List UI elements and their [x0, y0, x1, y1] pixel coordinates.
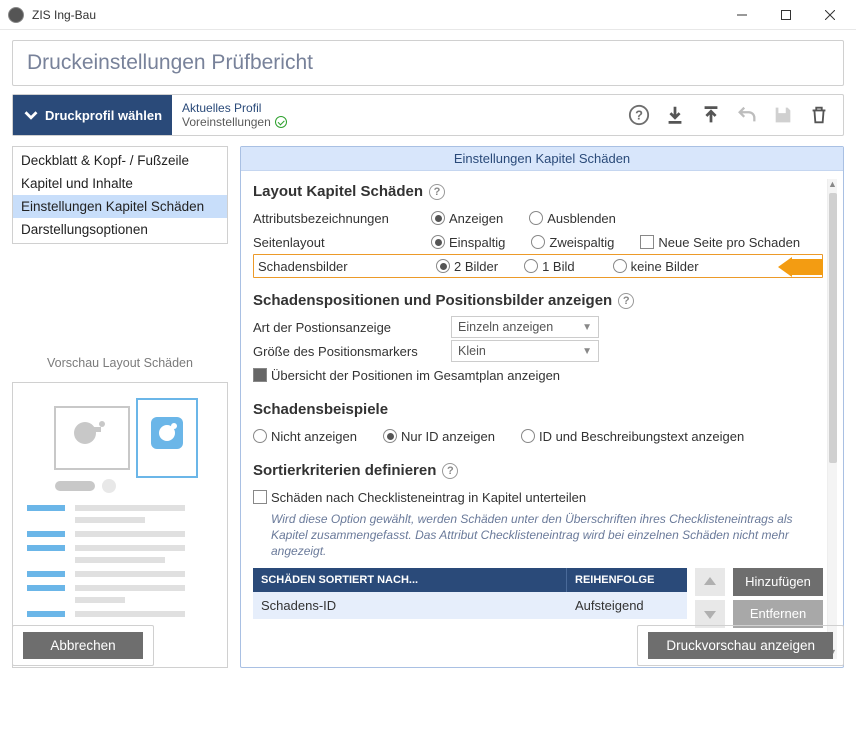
scroll-up-icon: ▲: [828, 179, 837, 191]
sort-row-order: Aufsteigend: [567, 592, 687, 619]
remove-button[interactable]: Entfernen: [733, 600, 823, 628]
choose-profile-label: Druckprofil wählen: [45, 108, 162, 123]
radio-1-pic[interactable]: 1 Bild: [524, 259, 575, 274]
help-icon[interactable]: ?: [618, 293, 634, 309]
checkbox-new-page[interactable]: Neue Seite pro Schaden: [640, 235, 800, 250]
save-icon[interactable]: [769, 101, 797, 129]
page-header: Druckeinstellungen Prüfbericht: [12, 40, 844, 86]
nav-item-display[interactable]: Darstellungsoptionen: [13, 218, 227, 241]
sort-note: Wird diese Option gewählt, werden Schäde…: [271, 511, 823, 560]
preview-title: Vorschau Layout Schäden: [12, 356, 228, 370]
help-icon[interactable]: ?: [429, 184, 445, 200]
current-profile-label: Aktuelles Profil: [182, 101, 615, 115]
page-title: Druckeinstellungen Prüfbericht: [27, 51, 829, 75]
choose-profile-button[interactable]: Druckprofil wählen: [13, 95, 172, 135]
help-icon[interactable]: ?: [442, 463, 458, 479]
radio-two-col[interactable]: Zweispaltig: [531, 235, 614, 250]
cancel-button[interactable]: Abbrechen: [23, 632, 143, 659]
panel-title: Einstellungen Kapitel Schäden: [241, 147, 843, 171]
sort-row[interactable]: Schadens-ID Aufsteigend: [253, 592, 687, 619]
radio-examples-id-desc[interactable]: ID und Beschreibungstext anzeigen: [521, 429, 744, 444]
download-icon[interactable]: [661, 101, 689, 129]
add-button[interactable]: Hinzufügen: [733, 568, 823, 596]
vertical-scrollbar[interactable]: ▲ ▼: [827, 179, 837, 659]
profile-toolbar: Druckprofil wählen Aktuelles Profil Vore…: [12, 94, 844, 136]
check-icon: [275, 116, 287, 128]
page-layout-label: Seitenlayout: [253, 235, 423, 250]
pics-label: Schadensbilder: [258, 259, 428, 274]
minimize-button[interactable]: [720, 0, 764, 30]
settings-nav: Deckblatt & Kopf- / Fußzeile Kapitel und…: [12, 146, 228, 244]
radio-no-pics[interactable]: keine Bilder: [613, 259, 699, 274]
checkbox-overview[interactable]: Übersicht der Positionen im Gesamtplan a…: [253, 368, 560, 383]
nav-item-chapters[interactable]: Kapitel und Inhalte: [13, 172, 227, 195]
highlighted-row: Schadensbilder 2 Bilder 1 Bild keine Bil…: [253, 254, 823, 278]
current-profile-value: Voreinstellungen: [182, 115, 271, 129]
radio-attr-show[interactable]: Anzeigen: [431, 211, 503, 226]
maximize-button[interactable]: [764, 0, 808, 30]
sort-col-1: Schäden sortiert nach...: [253, 568, 567, 592]
chevron-down-icon: ▼: [582, 322, 592, 333]
sort-col-2: Reihenfolge: [567, 568, 687, 592]
undo-icon[interactable]: [733, 101, 761, 129]
marker-size-label: Größe des Positionsmarkers: [253, 344, 443, 359]
scroll-thumb[interactable]: [829, 193, 837, 463]
svg-text:?: ?: [635, 108, 643, 123]
radio-attr-hide[interactable]: Ausblenden: [529, 211, 616, 226]
window-titlebar: ZIS Ing-Bau: [0, 0, 856, 30]
chevron-down-icon: [17, 101, 45, 129]
attr-label: Attributsbezeichnungen: [253, 211, 423, 226]
radio-one-col[interactable]: Einspaltig: [431, 235, 505, 250]
app-icon: [8, 7, 24, 23]
current-profile-info: Aktuelles Profil Voreinstellungen: [172, 95, 625, 135]
position-type-select[interactable]: Einzeln anzeigen▼: [451, 316, 599, 338]
checkbox-sort-checklist[interactable]: Schäden nach Checklisteneintrag in Kapit…: [253, 490, 586, 505]
radio-2-pics[interactable]: 2 Bilder: [436, 259, 498, 274]
sort-table: Schäden sortiert nach... Reihenfolge Sch…: [253, 568, 687, 619]
move-up-button[interactable]: [695, 568, 725, 596]
section-examples-title: Schadensbeispiele: [253, 401, 823, 418]
delete-icon[interactable]: [805, 101, 833, 129]
window-title: ZIS Ing-Bau: [32, 8, 720, 22]
position-type-label: Art der Postionsanzeige: [253, 320, 443, 335]
move-down-button[interactable]: [695, 600, 725, 628]
radio-examples-none[interactable]: Nicht anzeigen: [253, 429, 357, 444]
section-layout-title: Layout Kapitel Schäden ?: [253, 183, 823, 200]
radio-examples-id[interactable]: Nur ID anzeigen: [383, 429, 495, 444]
close-button[interactable]: [808, 0, 852, 30]
nav-item-damage-settings[interactable]: Einstellungen Kapitel Schäden: [13, 195, 227, 218]
help-icon[interactable]: ?: [625, 101, 653, 129]
upload-icon[interactable]: [697, 101, 725, 129]
marker-size-select[interactable]: Klein▼: [451, 340, 599, 362]
section-sort-title: Sortierkriterien definieren ?: [253, 462, 823, 479]
chevron-down-icon: ▼: [582, 346, 592, 357]
section-positions-title: Schadenspositionen und Positionsbilder a…: [253, 292, 823, 309]
sort-row-value: Schadens-ID: [253, 592, 567, 619]
preview-button[interactable]: Druckvorschau anzeigen: [648, 632, 833, 659]
nav-item-cover[interactable]: Deckblatt & Kopf- / Fußzeile: [13, 149, 227, 172]
callout-arrow-icon: [778, 257, 823, 280]
